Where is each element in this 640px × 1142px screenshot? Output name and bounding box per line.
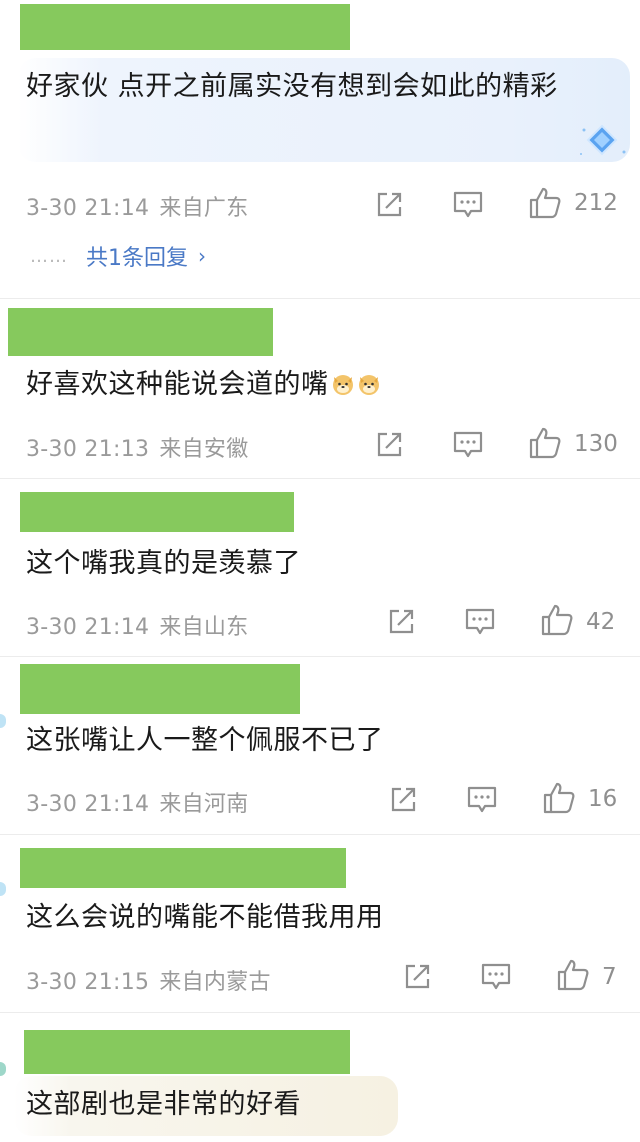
chevron-right-icon: › (198, 244, 206, 268)
diamond-badge-icon (580, 124, 626, 156)
comment-meta: 3-30 21:14 来自山东 (26, 609, 249, 641)
thumbs-up-icon[interactable] (528, 426, 562, 460)
comment-text: 好家伙 点开之前属实没有想到会如此的精彩 (26, 71, 558, 102)
comment-text: 这么会说的嘴能不能借我用用 (26, 902, 384, 933)
like-count: 212 (574, 190, 618, 216)
share-icon[interactable] (374, 190, 404, 220)
decoration (0, 1062, 6, 1076)
comment-location: 来自内蒙古 (159, 970, 271, 995)
comment-icon[interactable] (466, 785, 498, 815)
comment-time: 3-30 21:13 (26, 437, 150, 462)
username-redacted[interactable] (20, 492, 294, 532)
comment-meta: 3-30 21:14 来自河南 (26, 786, 249, 818)
comment-icon[interactable] (480, 962, 512, 992)
comment-text: 好喜欢这种能说会道的嘴 (26, 364, 381, 406)
divider (0, 298, 640, 299)
thumbs-up-icon[interactable] (540, 603, 574, 637)
doge-emoji-icon (332, 375, 353, 395)
thumbs-up-icon[interactable] (542, 781, 576, 815)
comment-text-body: 好喜欢这种能说会道的嘴 (26, 369, 329, 400)
comment-time: 3-30 21:14 (26, 792, 150, 817)
comment-location: 来自山东 (159, 615, 249, 640)
like-count: 130 (574, 431, 618, 457)
username-redacted[interactable] (24, 1030, 350, 1074)
comment-meta: 3-30 21:15 来自内蒙古 (26, 964, 271, 996)
username-redacted[interactable] (20, 848, 346, 888)
comment-time: 3-30 21:14 (26, 615, 150, 640)
divider (0, 1012, 640, 1013)
username-redacted[interactable] (8, 308, 273, 356)
username-redacted[interactable] (20, 4, 350, 50)
comment-location: 来自广东 (159, 196, 249, 221)
thumbs-up-icon[interactable] (528, 186, 562, 220)
comment-location: 来自安徽 (159, 437, 249, 462)
like-count: 7 (602, 964, 617, 990)
decoration (0, 714, 6, 728)
thumbs-up-icon[interactable] (556, 958, 590, 992)
comment-time: 3-30 21:14 (26, 196, 150, 221)
divider (0, 656, 640, 657)
divider (0, 834, 640, 835)
view-replies-link[interactable]: …… 共1条回复 › (30, 240, 206, 272)
reply-count-label: 共1条回复 (86, 246, 188, 271)
comment-meta: 3-30 21:13 来自安徽 (26, 431, 249, 463)
share-icon[interactable] (402, 962, 432, 992)
doge-emoji-icon (358, 375, 379, 395)
comment-icon[interactable] (452, 430, 484, 460)
username-redacted[interactable] (20, 664, 300, 714)
divider (0, 478, 640, 479)
comment-location: 来自河南 (159, 792, 249, 817)
comment-icon[interactable] (452, 190, 484, 220)
share-icon[interactable] (386, 607, 416, 637)
share-icon[interactable] (374, 430, 404, 460)
comment-text: 这张嘴让人一整个佩服不已了 (26, 725, 384, 756)
comment-meta: 3-30 21:14 来自广东 (26, 190, 249, 222)
reply-dots: …… (30, 245, 68, 267)
comment-text: 这个嘴我真的是羡慕了 (26, 548, 301, 579)
like-count: 42 (586, 609, 616, 635)
share-icon[interactable] (388, 785, 418, 815)
comment-time: 3-30 21:15 (26, 970, 150, 995)
comment-text: 这部剧也是非常的好看 (26, 1089, 301, 1120)
like-count: 16 (588, 786, 618, 812)
decoration (0, 882, 6, 896)
comment-feed: 好家伙 点开之前属实没有想到会如此的精彩 3-30 21:14 来自广东 212 … (0, 0, 640, 1142)
comment-icon[interactable] (464, 607, 496, 637)
